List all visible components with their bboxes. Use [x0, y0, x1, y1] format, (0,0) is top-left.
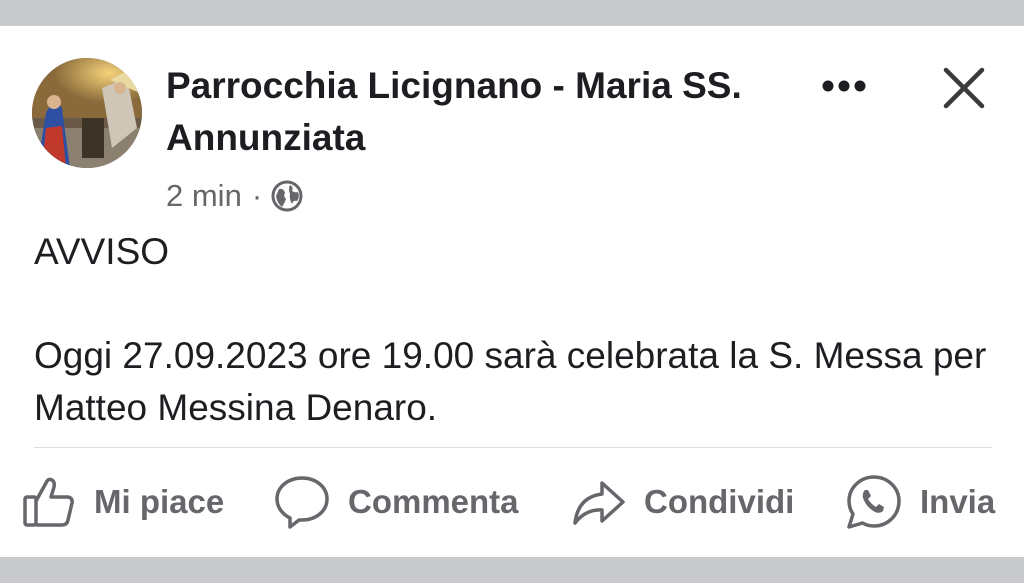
post-heading: AVVISO: [34, 231, 170, 272]
post-time[interactable]: 2 min: [166, 178, 242, 214]
close-button[interactable]: [936, 60, 992, 116]
meta-separator: ·: [251, 178, 263, 213]
like-label: Mi piace: [94, 483, 225, 520]
share-button[interactable]: Condividi: [572, 470, 794, 534]
comment-icon: [275, 476, 329, 529]
whatsapp-icon: [847, 475, 901, 529]
page-avatar[interactable]: [32, 58, 142, 168]
post-message: Oggi 27.09.2023 ore 19.00 sarà celebrata…: [34, 335, 987, 428]
close-icon: [943, 67, 985, 109]
send-label: Invia: [920, 483, 996, 520]
more-options-button[interactable]: [812, 66, 876, 106]
top-frame-bar: [0, 0, 1024, 26]
like-button[interactable]: Mi piace: [22, 470, 224, 534]
share-label: Condividi: [644, 483, 795, 520]
send-button[interactable]: Invia: [846, 470, 995, 534]
post-actions-bar: Mi piace Commenta Condividi Invia: [0, 470, 1024, 534]
post-body: AVVISO Oggi 27.09.2023 ore 19.00 sarà ce…: [34, 226, 994, 434]
page-name[interactable]: Parrocchia Licignano - Maria SS. Annunzi…: [166, 60, 766, 164]
post-meta: 2 min ·: [166, 176, 304, 216]
thumbs-up-icon: [23, 477, 74, 527]
actions-divider: [34, 447, 992, 448]
share-arrow-icon: [573, 481, 625, 525]
comment-button[interactable]: Commenta: [274, 470, 519, 534]
globe-icon: [270, 179, 304, 213]
comment-label: Commenta: [348, 483, 519, 520]
bottom-frame-bar: [0, 557, 1024, 583]
more-horizontal-icon: [822, 80, 866, 92]
